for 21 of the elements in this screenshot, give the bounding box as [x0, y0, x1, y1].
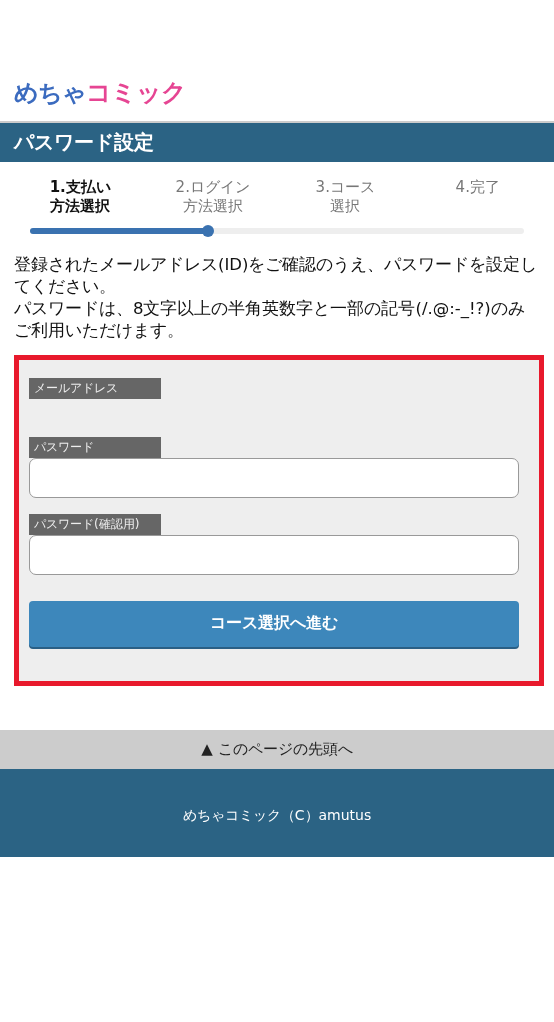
submit-button[interactable]: コース選択へ進む	[29, 600, 519, 647]
field-label: メールアドレス	[29, 377, 161, 399]
step-label: 2.ログイン	[175, 178, 250, 197]
instructions-text: 登録されたメールアドレス(ID)をご確認のうえ、パスワードを設定してください。	[14, 253, 539, 298]
page-title: パスワード設定	[0, 121, 554, 162]
password-field[interactable]	[29, 457, 519, 498]
step-label: 1.支払い	[49, 178, 111, 197]
instructions-text: パスワードは、8文字以上の半角英数字と一部の記号(/.@:-_!?)のみご利用いただけます。	[14, 298, 526, 343]
field-label: パスワード	[29, 436, 161, 458]
footer-text: めちゃコミック（C）amutus	[0, 768, 554, 857]
password-field[interactable]	[29, 534, 519, 575]
field-label: パスワード(確認用)	[29, 513, 161, 535]
logo-text[interactable]: めちゃ	[14, 77, 86, 109]
progress-thumb	[201, 224, 214, 237]
page-top-link[interactable]: ▲ このページの先頭へ	[0, 729, 554, 769]
step-label: 方法選択	[182, 196, 243, 216]
step-label: 選択	[330, 196, 361, 216]
step-label: 方法選択	[50, 196, 111, 216]
step-label: 3.コース	[315, 178, 375, 197]
logo-text[interactable]: コミック	[86, 76, 186, 109]
step-label: 4.完了	[455, 178, 500, 197]
